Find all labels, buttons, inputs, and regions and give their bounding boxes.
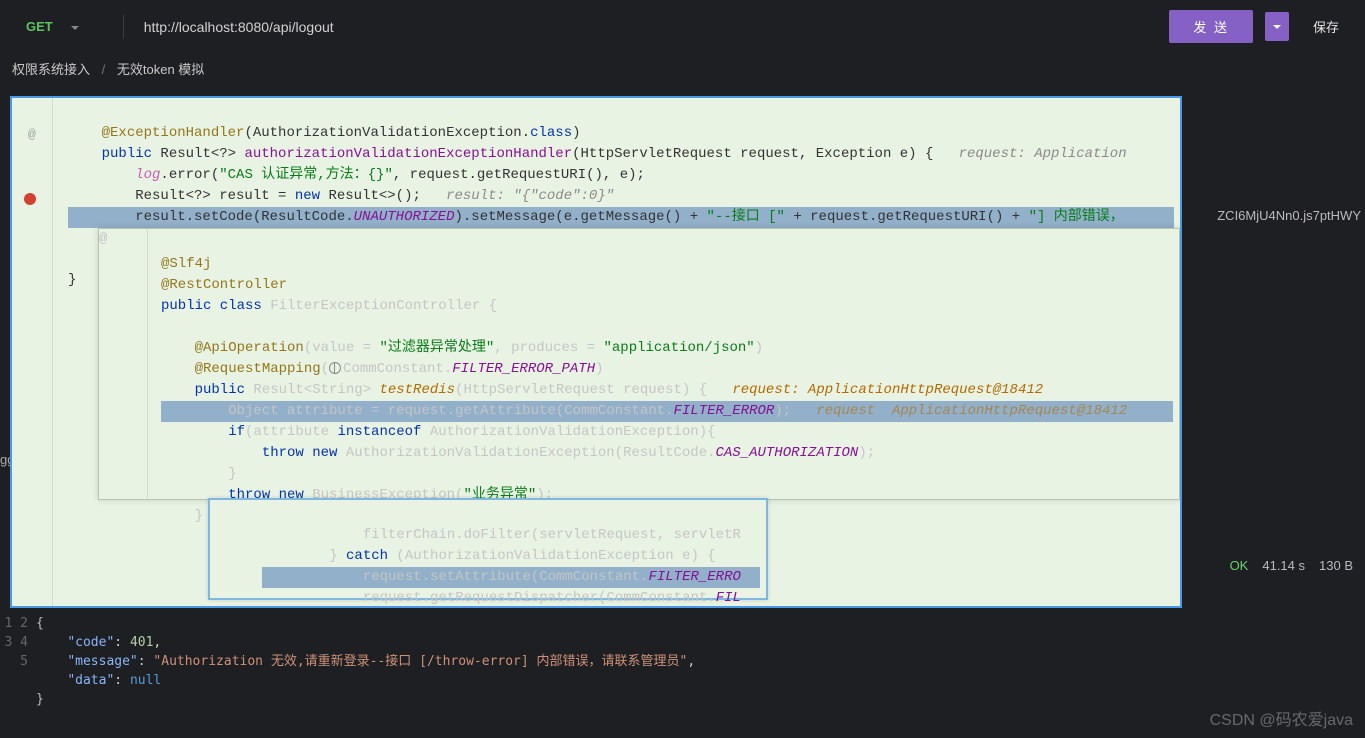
status-ok: OK <box>1230 558 1249 573</box>
send-dropdown[interactable] <box>1265 12 1289 41</box>
json-line-numbers: 1 2 3 4 5 <box>0 614 36 709</box>
status-time: 41.14 s <box>1262 558 1305 573</box>
http-method-select[interactable]: GET <box>12 13 113 40</box>
response-json: 1 2 3 4 5 { "code": 401, "message": "Aut… <box>0 614 1365 709</box>
breadcrumb-leaf: 无效token 模拟 <box>117 62 204 77</box>
code-overlay-main: @ @ExceptionHandler(AuthorizationValidat… <box>10 96 1182 608</box>
watermark: CSDN @码农爱java <box>1210 706 1353 730</box>
override-icon: @ <box>99 231 107 247</box>
highlighted-line: request.setAttribute(CommConstant.FILTER… <box>262 567 760 588</box>
code-overlay-inner: @ @Slf4j @RestController public class Fi… <box>98 228 1180 500</box>
request-bar: GET 发 送 保存 <box>0 0 1365 53</box>
code-gutter: @ <box>12 98 62 606</box>
http-method-value: GET <box>26 19 53 34</box>
status-size: 130 B <box>1319 558 1353 573</box>
inner-gutter: @ <box>99 229 155 499</box>
chevron-down-icon <box>71 26 79 30</box>
breadcrumb: 权限系统接入 / 无效token 模拟 <box>0 53 1365 86</box>
url-input[interactable] <box>134 13 1160 41</box>
separator <box>123 15 124 39</box>
json-body[interactable]: { "code": 401, "message": "Authorization… <box>36 614 1365 709</box>
breakpoint-icon[interactable] <box>24 193 36 205</box>
save-button[interactable]: 保存 <box>1299 11 1353 42</box>
inner2-gutter <box>210 500 256 598</box>
inner2-body[interactable]: filterChain.doFilter(servletRequest, ser… <box>256 500 766 608</box>
breadcrumb-sep: / <box>102 62 106 77</box>
highlighted-line: result.setCode(ResultCode.UNAUTHORIZED).… <box>68 207 1174 228</box>
chevron-down-icon <box>1273 25 1281 29</box>
breadcrumb-root[interactable]: 权限系统接入 <box>12 62 90 77</box>
globe-icon <box>329 362 341 374</box>
send-button[interactable]: 发 送 <box>1169 10 1253 43</box>
override-icon: @ <box>28 124 36 145</box>
highlighted-line: Object attribute = request.getAttribute(… <box>161 401 1173 422</box>
response-status: OK 41.14 s 130 B <box>1230 558 1353 573</box>
token-fragment: ZCI6MjU4Nn0.js7ptHWY <box>1217 208 1365 223</box>
code-overlay-inner2: filterChain.doFilter(servletRequest, ser… <box>208 498 768 600</box>
